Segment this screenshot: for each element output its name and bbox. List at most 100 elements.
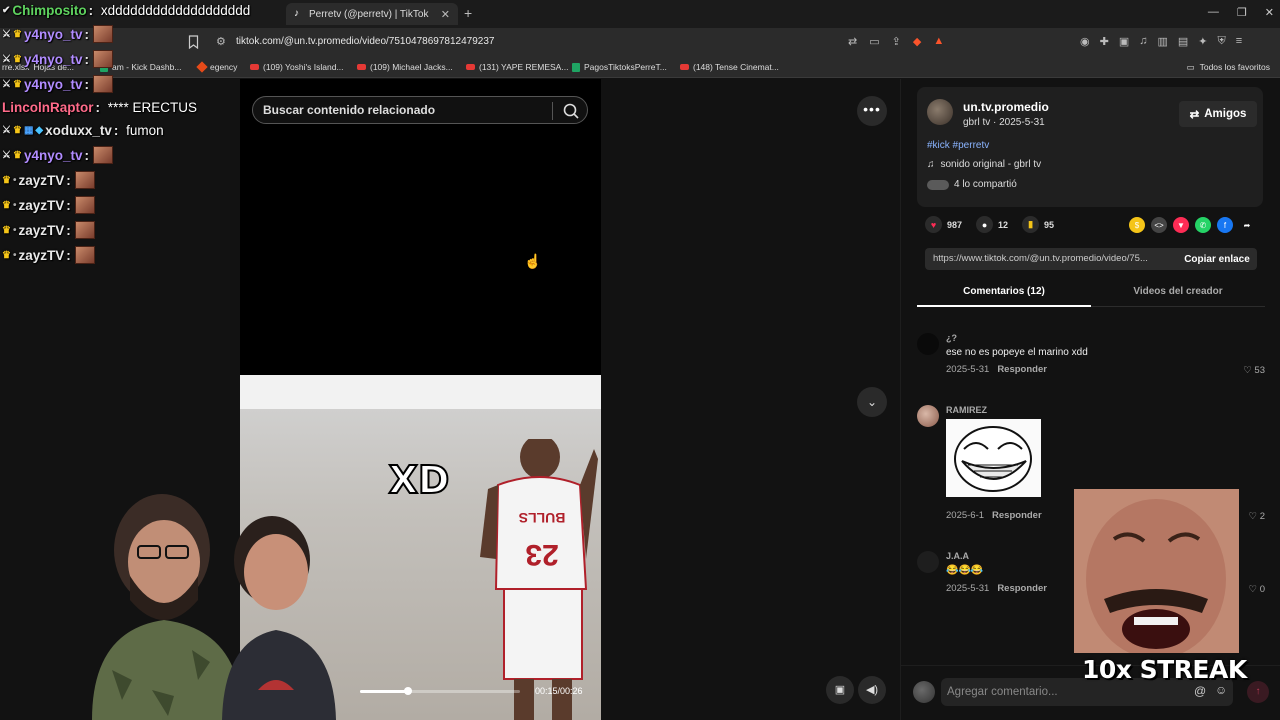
comment-stat[interactable]: ● 12 (976, 216, 1008, 233)
more-options-button[interactable]: ••• (857, 96, 887, 126)
browser-tab[interactable]: ♪ Perretv (@perretv) | TikTok ✕ (286, 3, 458, 25)
own-avatar (913, 681, 935, 703)
gem-badge-icon: ◆ (35, 125, 44, 136)
comment-avatar[interactable] (917, 551, 939, 573)
next-video-button[interactable]: ⌄ (857, 387, 887, 417)
reply-button[interactable]: Responder (997, 364, 1047, 375)
close-icon[interactable]: ✕ (441, 8, 450, 21)
share-icon[interactable]: ⇪ (892, 35, 901, 48)
video-timecode: 00:15/00:26 (535, 686, 583, 696)
related-search-input[interactable] (263, 101, 548, 119)
save-stat[interactable]: ▮ 95 (1022, 216, 1054, 233)
all-bookmarks[interactable]: ▭ Todos los favoritos (1187, 62, 1270, 73)
comment-avatar[interactable] (917, 333, 939, 355)
chat-emote (92, 25, 113, 43)
sidebar-icon[interactable]: ▥ (1157, 35, 1167, 48)
sword-badge-icon: ⚔ (2, 28, 11, 40)
send-icon[interactable]: ▼ (1173, 217, 1189, 233)
bookmark-item[interactable]: (109) Michael Jacks... (357, 62, 453, 72)
jersey-team: BULLS (519, 510, 566, 526)
video-progress-knob[interactable] (404, 687, 412, 695)
tab-title: Perretv (@perretv) | TikTok (309, 8, 429, 20)
chat-message: ⚔ ♛ ▦ ◆ xoduxx_tv: fumon (2, 123, 164, 138)
comment-date: 2025-6-1 (946, 510, 985, 521)
crown-badge-icon: ♛ (2, 224, 11, 236)
url-field[interactable]: tiktok.com/@un.tv.promedio/video/7510478… (236, 36, 494, 47)
hashtags[interactable]: #kick #perretv (927, 140, 989, 151)
extension-icon-2[interactable]: ▣ (1119, 35, 1129, 48)
amigos-button[interactable]: ⇄ Amigos (1179, 101, 1257, 127)
reply-button[interactable]: Responder (992, 510, 1042, 521)
pip-button[interactable]: ▣ (826, 676, 854, 704)
bookmark-item[interactable]: (131) YAPE REMESA... (466, 62, 568, 72)
extension-icon[interactable]: ◉ (1080, 35, 1090, 48)
volume-button[interactable]: ◀) (858, 676, 886, 704)
bookmark-item[interactable]: (109) Yoshi's Island... (250, 62, 344, 72)
menu-icon[interactable]: ≡ (1236, 35, 1242, 48)
tiktok-icon: ♪ (294, 8, 299, 19)
hand-cursor-icon: ☝ (524, 253, 542, 269)
facebook-icon[interactable]: f (1217, 217, 1233, 233)
share-arrow-icon[interactable]: ➦ (1239, 217, 1255, 233)
embed-icon[interactable]: <> (1151, 217, 1167, 233)
tab-comments[interactable]: Comentarios (12) (917, 286, 1091, 297)
crown-badge-icon: ♛ (12, 149, 22, 161)
like-stat[interactable]: ♥ 987 (925, 216, 962, 233)
maximize-icon[interactable]: ❐ (1237, 6, 1247, 19)
emoji-icon[interactable]: ☺ (1215, 683, 1227, 697)
comment-author[interactable]: RAMIREZ (946, 405, 987, 415)
sound-link[interactable]: ♫ sonido original - gbrl tv (927, 159, 1041, 170)
puzzle-icon[interactable]: ✚ (1100, 35, 1109, 48)
new-tab-icon[interactable]: + (464, 5, 472, 21)
wallet-icon[interactable]: ▤ (1178, 35, 1188, 48)
tab-creator-videos[interactable]: Videos del creador (1091, 286, 1265, 297)
chat-message: ♛ • zayzTV: (2, 246, 95, 264)
search-divider (552, 102, 553, 120)
drop-badge-icon: • (12, 199, 17, 211)
crown-badge-icon: ♛ (12, 53, 22, 65)
creator-avatar[interactable] (927, 99, 953, 125)
music-icon[interactable]: ♫ (1139, 35, 1147, 48)
reply-button[interactable]: Responder (997, 583, 1047, 594)
jersey-figure: BULLS 23 (480, 439, 598, 720)
crown-badge-icon: ♛ (12, 28, 22, 40)
chat-emote (92, 50, 113, 68)
search-icon[interactable] (562, 102, 580, 120)
comment-like[interactable]: ♡ 0 (1249, 584, 1265, 595)
coin-icon[interactable]: $ (1129, 217, 1145, 233)
comment-author[interactable]: ¿? (946, 333, 957, 343)
mention-icon[interactable]: @ (1194, 684, 1206, 698)
chat-emote (74, 246, 95, 264)
minimize-icon[interactable]: — (1208, 6, 1219, 19)
window-close-icon[interactable]: ✕ (1265, 6, 1274, 19)
comment-like[interactable]: ♡ 2 (1249, 511, 1265, 522)
crown-badge-icon: ♛ (12, 125, 22, 136)
sword-badge-icon: ⚔ (2, 78, 11, 90)
video-link[interactable]: https://www.tiktok.com/@un.tv.promedio/v… (933, 253, 1169, 264)
comment-like[interactable]: ♡ 53 (1243, 365, 1265, 376)
creator-username[interactable]: un.tv.promedio (963, 100, 1049, 114)
chat-emote (92, 75, 113, 93)
send-comment-button[interactable]: ↑ (1247, 681, 1269, 703)
music-note-icon: ♫ (927, 159, 935, 170)
chat-emote (92, 146, 113, 164)
crown-badge-icon: ♛ (2, 174, 11, 186)
heart-icon: ♥ (925, 216, 942, 233)
brave-shield-icon[interactable]: ◆ (913, 35, 921, 48)
vpn-icon[interactable]: ⛨ (1218, 35, 1226, 48)
brave-rewards-icon[interactable]: ▲ (933, 35, 944, 48)
copy-link-button[interactable]: Copiar enlace (1177, 248, 1257, 270)
comment-meta: 2025-6-1 Responder (946, 510, 1042, 521)
sword-badge-icon: ⚔ (2, 149, 11, 161)
shared-by[interactable]: 4 lo compartió (927, 179, 1017, 190)
translate-icon[interactable]: ⇄ (848, 35, 857, 48)
comment-author[interactable]: J.A.A (946, 551, 969, 561)
leo-icon[interactable]: ✦ (1198, 35, 1207, 48)
comment-avatar[interactable] (917, 405, 939, 427)
active-tab-indicator (917, 305, 1091, 307)
cast-icon[interactable]: ▭ (869, 35, 879, 48)
whatsapp-icon[interactable]: ✆ (1195, 217, 1211, 233)
bookmark-item[interactable]: (148) Tense Cinemat... (680, 62, 779, 72)
gift-badge-icon: ▦ (23, 125, 34, 136)
bookmark-item[interactable]: PagosTiktoksPerreT... (572, 62, 667, 72)
